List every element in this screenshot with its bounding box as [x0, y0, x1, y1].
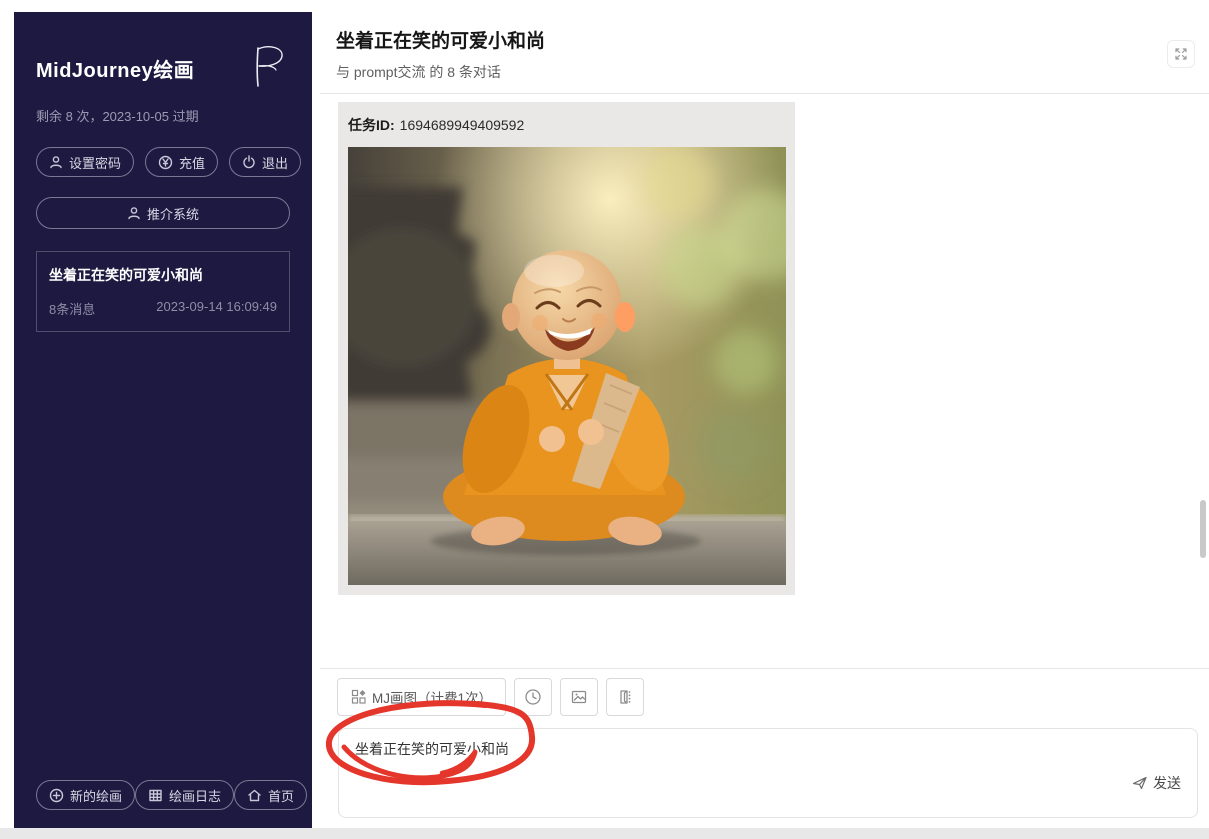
- page-bottom-strip: [0, 828, 1209, 839]
- prompt-input[interactable]: 坐着正在笑的可爱小和尚: [355, 739, 1077, 761]
- fullscreen-button[interactable]: [1167, 40, 1195, 68]
- quota-text: 剩余 8 次，2023-10-05 过期: [36, 106, 290, 125]
- referral-system-button[interactable]: 推介系统: [36, 197, 290, 229]
- history-clock-icon: [524, 688, 542, 706]
- home-label: 首页: [268, 786, 294, 805]
- grid-table-icon: [148, 788, 163, 803]
- upload-image-button[interactable]: [560, 678, 598, 716]
- plus-circle-icon: [49, 788, 64, 803]
- generated-monk-image[interactable]: [348, 147, 786, 585]
- composer-divider: [320, 668, 1209, 669]
- scan-doc-button[interactable]: [606, 678, 644, 716]
- task-id-value: 1694689949409592: [400, 117, 525, 133]
- drawing-log-label: 绘画日志: [169, 786, 221, 805]
- prompt-input-card: 坐着正在笑的可爱小和尚 发送: [338, 728, 1198, 818]
- chat-header: 坐着正在笑的可爱小和尚 与 prompt交流 的 8 条对话: [320, 0, 1209, 82]
- brand-p-logo-icon: [246, 40, 290, 92]
- conversation-time: 2023-09-14 16:09:49: [156, 299, 277, 318]
- chat-scroll-area[interactable]: 任务ID: 1694689949409592: [320, 94, 1209, 668]
- mj-draw-label: MJ画图（计费1次）: [372, 687, 492, 707]
- recharge-label: 充值: [179, 153, 205, 172]
- sidebar-header: MidJourney绘画: [36, 40, 290, 92]
- conversation-count: 8条消息: [49, 299, 95, 318]
- new-drawing-label: 新的绘画: [70, 786, 122, 805]
- message-card: 任务ID: 1694689949409592: [338, 102, 795, 595]
- chat-title: 坐着正在笑的可爱小和尚: [336, 26, 1193, 53]
- set-password-button[interactable]: 设置密码: [36, 147, 134, 177]
- user-icon: [49, 155, 63, 169]
- sidebar-actions: 设置密码 充值 退出: [36, 147, 290, 177]
- paper-plane-icon: [1132, 775, 1148, 791]
- referral-system-label: 推介系统: [147, 204, 199, 223]
- expand-arrows-icon: [1174, 47, 1188, 61]
- composer-toolbar: MJ画图（计费1次）: [337, 678, 644, 716]
- sidebar-footer: 新的绘画 绘画日志 首页: [36, 780, 290, 810]
- recharge-button[interactable]: 充值: [145, 147, 218, 177]
- conversation-title: 坐着正在笑的可爱小和尚: [49, 265, 277, 285]
- history-button[interactable]: [514, 678, 552, 716]
- chat-subtitle: 与 prompt交流 的 8 条对话: [336, 62, 1193, 82]
- home-icon: [247, 788, 262, 803]
- set-password-label: 设置密码: [69, 153, 121, 172]
- chat-scrollbar[interactable]: [1200, 500, 1206, 558]
- sidebar: MidJourney绘画 剩余 8 次，2023-10-05 过期 设置密码 充…: [14, 12, 312, 828]
- mj-draw-button[interactable]: MJ画图（计费1次）: [337, 678, 506, 716]
- user-icon: [127, 206, 141, 220]
- conversation-meta: 8条消息 2023-09-14 16:09:49: [49, 299, 277, 318]
- image-icon: [570, 688, 588, 706]
- scan-doc-icon: [616, 688, 634, 706]
- send-button[interactable]: 发送: [1132, 773, 1181, 793]
- yen-coin-icon: [158, 155, 173, 170]
- power-icon: [242, 155, 256, 169]
- task-id-row: 任务ID: 1694689949409592: [348, 115, 785, 135]
- logout-label: 退出: [262, 153, 288, 172]
- new-drawing-button[interactable]: 新的绘画: [36, 780, 135, 810]
- apps-grid-icon: [351, 689, 367, 705]
- home-button[interactable]: 首页: [234, 780, 307, 810]
- drawing-log-button[interactable]: 绘画日志: [135, 780, 234, 810]
- send-label: 发送: [1153, 773, 1181, 793]
- logout-button[interactable]: 退出: [229, 147, 301, 177]
- conversation-list-item[interactable]: 坐着正在笑的可爱小和尚 8条消息 2023-09-14 16:09:49: [36, 251, 290, 332]
- app-window: MidJourney绘画 剩余 8 次，2023-10-05 过期 设置密码 充…: [0, 0, 1209, 839]
- app-title: MidJourney绘画: [36, 40, 194, 83]
- task-id-label: 任务ID:: [348, 117, 395, 133]
- main-panel: 坐着正在笑的可爱小和尚 与 prompt交流 的 8 条对话 任务ID: 1694…: [320, 0, 1209, 839]
